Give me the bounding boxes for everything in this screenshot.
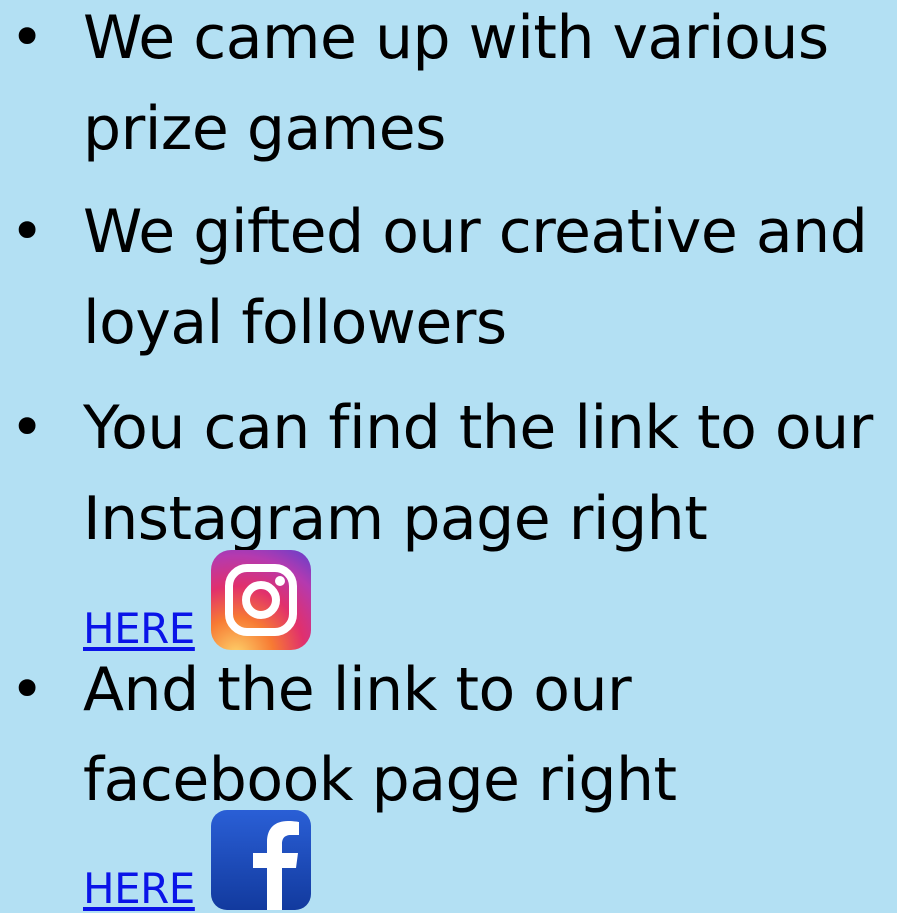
bullet-1-line-1: We came up with various bbox=[83, 3, 829, 73]
instagram-link[interactable]: HERE bbox=[83, 608, 195, 650]
bullet-3-line-1: You can find the link to our bbox=[83, 393, 873, 463]
bullet-marker-2: • bbox=[10, 197, 45, 265]
bullet-1-line-2: prize games bbox=[83, 94, 446, 164]
facebook-link[interactable]: HERE bbox=[83, 868, 195, 910]
instagram-icon[interactable] bbox=[210, 550, 311, 650]
facebook-link-row: HERE bbox=[83, 810, 311, 910]
bullet-2-line-2: loyal followers bbox=[83, 288, 507, 358]
bullet-2-line-1: We gifted our creative and bbox=[83, 197, 868, 267]
instagram-link-row: HERE bbox=[83, 550, 311, 650]
bullet-marker-1: • bbox=[10, 3, 45, 71]
bullet-marker-3: • bbox=[10, 393, 45, 461]
facebook-icon[interactable] bbox=[210, 810, 311, 910]
bullet-3-line-2: Instagram page right bbox=[83, 484, 708, 554]
bullet-4-line-2: facebook page right bbox=[83, 745, 677, 815]
bullet-marker-4: • bbox=[10, 655, 45, 723]
bullet-4-line-1: And the link to our bbox=[83, 655, 632, 725]
